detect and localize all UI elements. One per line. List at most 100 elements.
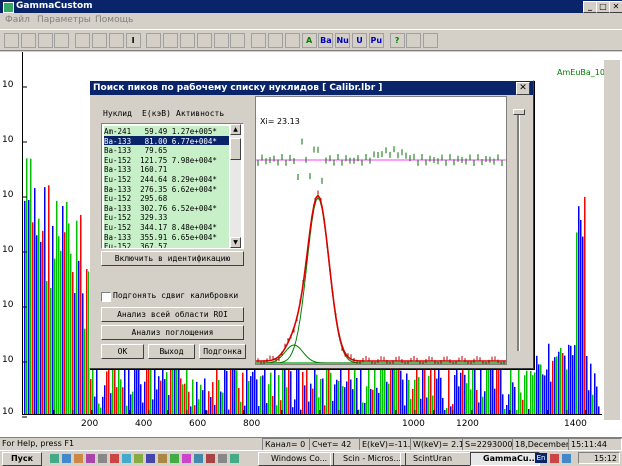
scroll-up-icon[interactable]: ▲ [230,124,241,135]
spectrum-channel-bar [260,376,262,414]
spectrum-channel-bar [436,378,438,414]
cursor-icon[interactable]: I [125,33,141,48]
menu-params[interactable]: Параметры [37,13,91,27]
desktop-icon[interactable] [50,454,59,463]
absorption-analysis-button[interactable]: Анализ поглощения [101,325,244,340]
spectrum-channel-bar [304,385,306,414]
scale-slider-track[interactable] [517,111,520,351]
app-quick-icon[interactable] [134,454,143,463]
close-window-button[interactable]: ✕ [609,1,622,13]
zoom-in-icon[interactable] [163,33,179,48]
pu-icon[interactable]: Pu [368,33,384,48]
scroll-thumb[interactable] [230,138,241,160]
app-quick-icon[interactable] [230,454,239,463]
spectrum-channel-bar [484,391,486,414]
nuclide-icon[interactable]: A [301,33,317,48]
spectrum-channel-bar [540,364,542,414]
spectrum-channel-bar [330,372,332,414]
task-scin-microsoft[interactable]: Scin - Micros... [330,452,406,466]
menu-help[interactable]: Помощь [95,13,133,27]
task-scinturan[interactable]: ScintUran [400,452,476,466]
maximize-button[interactable]: □ [596,1,610,13]
select-icon[interactable] [251,33,267,48]
calib-shift-checkbox[interactable] [101,292,111,302]
app-quick-icon[interactable] [218,454,227,463]
spectrum-channel-bar [324,405,326,414]
filter-icon[interactable] [284,33,300,48]
save-icon[interactable] [20,33,36,48]
question-icon[interactable]: ? [389,33,405,48]
task-windows-commander[interactable]: Windows Co... [258,452,334,466]
spectrum-channel-bar [374,369,376,414]
minimize-button[interactable]: _ [583,1,597,13]
app-quick-icon[interactable] [158,454,167,463]
chart-icon[interactable] [108,33,124,48]
fit-button[interactable]: Подгонка [199,344,246,359]
fit-icon[interactable] [196,33,212,48]
spectrum-channel-bar [84,328,86,414]
print-icon[interactable] [37,33,53,48]
ba-icon[interactable]: Ba [318,33,334,48]
start-button[interactable]: Пуск [2,452,42,466]
spectrum-channel-bar [574,345,576,414]
spectrum-channel-bar [288,368,290,414]
spectrum-channel-bar [446,407,448,414]
plot-vscroll[interactable] [604,60,620,420]
nu-icon[interactable]: Nu [335,33,351,48]
peak-fit-view[interactable]: Xi= 23.13 [255,96,507,365]
list-scrollbar[interactable]: ▲ ▼ [230,124,241,248]
mark-icon[interactable] [268,33,283,48]
app-quick-icon[interactable] [110,454,119,463]
lang-indicator[interactable]: En [535,453,547,463]
scale-slider-thumb[interactable] [513,109,525,115]
spectrum-channel-bar [58,236,60,414]
spectrum-channel-bar [212,382,214,414]
roi-icon[interactable] [146,33,162,48]
spectrum-channel-bar [150,365,152,414]
app-quick-icon[interactable] [122,454,131,463]
exit-button[interactable]: Выход [148,344,195,359]
task-gammacustom[interactable]: GammaCu... [470,452,540,466]
zoom-out-icon[interactable] [180,33,195,48]
media-icon[interactable] [86,454,95,463]
app-quick-icon[interactable] [170,454,179,463]
tray-icon[interactable] [550,454,559,463]
scroll-down-icon[interactable]: ▼ [230,237,241,248]
tray-icon[interactable] [562,454,571,463]
analyze-roi-button[interactable]: Анализ всей области ROI [101,307,244,322]
include-identification-button[interactable]: Включить в идентификацию [101,251,244,266]
spectrum-channel-bar [108,364,110,414]
open-icon[interactable] [4,33,19,48]
spectrum-channel-bar [564,355,566,414]
spectrum-channel-bar [548,343,550,414]
spectrum-channel-bar [252,371,254,414]
tools-icon[interactable] [406,33,422,48]
menu-file[interactable]: Файл [5,13,30,27]
app-quick-icon[interactable] [194,454,203,463]
marker-icon[interactable] [213,33,229,48]
nuclide-list[interactable]: Am-241 59.49 1.27e+005* Ba-133 81.00 6.77… [101,123,244,249]
app-quick-icon[interactable] [206,454,215,463]
peak-icon[interactable] [230,33,246,48]
help-icon[interactable] [54,33,70,48]
mail-icon[interactable] [74,454,83,463]
spectrum-channel-bar [598,406,600,414]
spectrum-channel-bar [240,401,242,414]
u-icon[interactable]: U [352,33,367,48]
calc-icon[interactable] [75,33,91,48]
spectrum-channel-bar [506,404,508,414]
ok-button[interactable]: ОК [101,344,144,359]
spectrum-channel-bar [560,347,562,414]
spectrum-channel-bar [60,250,62,414]
dialog-close-button[interactable]: ✕ [516,82,530,95]
spectrum-channel-bar [580,219,582,414]
browser-icon[interactable] [62,454,71,463]
list-item[interactable]: Eu-152 367.57 [104,241,229,248]
spectrum-channel-bar [470,389,472,414]
app-quick-icon[interactable] [182,454,191,463]
app-quick-icon[interactable] [146,454,155,463]
spectrum-channel-bar [406,373,408,414]
grid-icon[interactable] [92,33,107,48]
explorer-icon[interactable] [98,454,107,463]
close-icon[interactable] [423,33,439,48]
